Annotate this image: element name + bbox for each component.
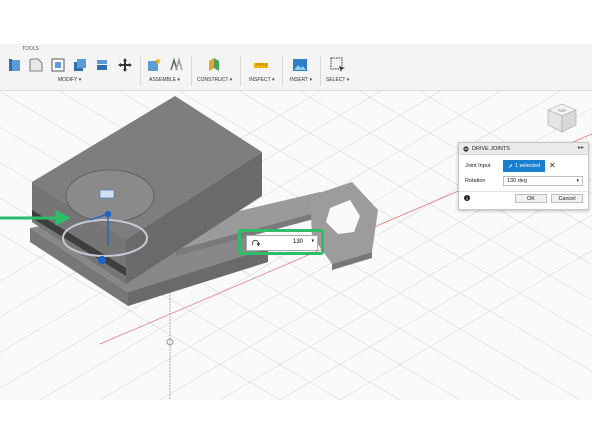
rotate-icon [252, 239, 261, 247]
dialog-header: DRIVE JOINTS ▸▸ [459, 143, 588, 155]
chevron-down-icon[interactable]: ▾ [576, 178, 579, 184]
inline-rotation-input[interactable]: 130 ▾ [246, 235, 318, 251]
select-window-icon[interactable] [330, 57, 346, 73]
inline-rotation-input-highlight: 130 ▾ [238, 229, 324, 255]
rotation-label: Rotation [465, 178, 486, 184]
stepper-icon[interactable]: ▾ [311, 238, 314, 244]
offset-plane-icon[interactable] [206, 57, 222, 73]
view-cube-top-label: TOP [558, 108, 566, 113]
separator [140, 56, 141, 86]
rotation-input[interactable]: 130 deg ▾ [503, 176, 583, 186]
inspect-menu[interactable]: INSPECT ▾ [249, 77, 274, 83]
toolbar: TOOLS MODIFY ▾ ASSEMBLE ▾ CONSTRUCT ▾ IN… [0, 44, 592, 91]
new-component-icon[interactable] [146, 57, 162, 73]
cursor-icon: ➚ [507, 163, 513, 170]
separator [320, 56, 321, 86]
dialog-collapse-icon[interactable] [463, 145, 469, 152]
insert-menu[interactable]: INSERT ▾ [290, 77, 312, 83]
clear-selection-icon[interactable]: ✕ [549, 161, 556, 170]
assemble-menu[interactable]: ASSEMBLE ▾ [149, 77, 180, 83]
move-icon[interactable] [117, 57, 133, 73]
combine-icon[interactable] [72, 57, 88, 73]
insert-image-icon[interactable] [292, 57, 308, 73]
expand-icon[interactable]: ▸▸ [578, 144, 584, 151]
separator [459, 191, 588, 192]
view-cube[interactable]: TOP [540, 98, 582, 140]
shell-icon[interactable] [50, 57, 66, 73]
measure-icon[interactable] [253, 57, 269, 73]
inline-rotation-value: 130 [292, 239, 303, 245]
modify-menu[interactable]: MODIFY ▾ [58, 77, 81, 83]
separator [240, 56, 241, 86]
select-menu[interactable]: SELECT ▾ [326, 77, 349, 83]
press-pull-icon[interactable] [8, 57, 24, 73]
construct-menu[interactable]: CONSTRUCT ▾ [197, 77, 232, 83]
fillet-icon[interactable] [28, 57, 44, 73]
tools-tab-label: TOOLS [22, 46, 39, 52]
info-icon[interactable]: i [464, 195, 470, 201]
drive-joints-dialog: DRIVE JOINTS ▸▸ Joint Input ➚ 1 selected… [458, 142, 589, 210]
rotation-row: Rotation 130 deg ▾ [465, 176, 585, 186]
rotation-value: 130 deg [507, 178, 527, 184]
scale-icon[interactable] [94, 57, 110, 73]
dialog-title: DRIVE JOINTS [472, 145, 510, 152]
joint-input-label: Joint Input [465, 163, 491, 169]
joint-input-value: 1 selected [514, 163, 541, 169]
joint-input-select-button[interactable]: ➚ 1 selected [503, 160, 545, 172]
separator [282, 56, 283, 86]
separator [191, 56, 192, 86]
joint-icon[interactable] [168, 57, 184, 73]
cancel-button[interactable]: Cancel [551, 194, 583, 203]
joint-input-row: Joint Input ➚ 1 selected ✕ [465, 160, 585, 172]
ok-button[interactable]: OK [515, 194, 547, 203]
